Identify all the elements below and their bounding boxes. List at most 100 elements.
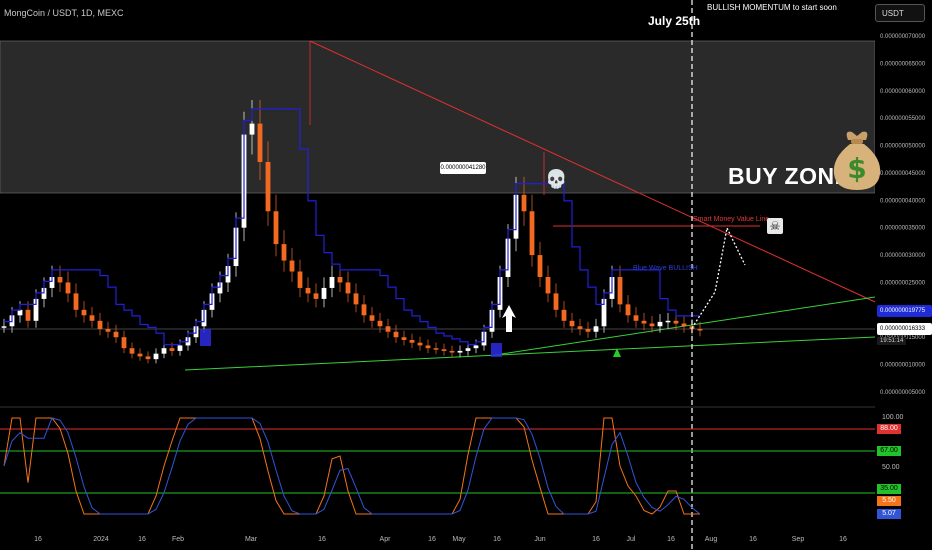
candle <box>553 293 559 310</box>
candle <box>673 320 679 324</box>
price-tick-label: 0.000000030000 <box>880 253 926 259</box>
candle <box>273 211 279 245</box>
candle <box>265 161 271 212</box>
candle <box>465 348 471 351</box>
candle <box>89 315 95 321</box>
candle <box>593 326 599 332</box>
time-tick-label: 16 <box>34 536 42 543</box>
candle <box>97 320 103 330</box>
osc-level-tag: 35.00 <box>877 484 901 494</box>
candle <box>625 304 631 316</box>
price-tick-label: 0.000000070000 <box>880 34 926 40</box>
candle <box>417 342 423 346</box>
candle <box>617 276 623 305</box>
time-tick-label: Feb <box>172 536 184 543</box>
candle <box>169 348 175 351</box>
time-tick-label: 16 <box>138 536 146 543</box>
price-callout: 0.000000041280 <box>440 162 486 174</box>
time-tick-label: 16 <box>839 536 847 543</box>
osc-level-tag: 5.50 <box>877 496 901 506</box>
time-tick-label: Jul <box>627 536 636 543</box>
time-tick-label: 16 <box>428 536 436 543</box>
support-trendline-lower <box>184 336 876 371</box>
time-tick-label: 16 <box>493 536 501 543</box>
candle <box>161 348 167 354</box>
candle <box>81 309 87 316</box>
time-tick-label: May <box>452 536 466 543</box>
oscillator-k-line <box>3 417 700 515</box>
price-tick-label: 0.000000050000 <box>880 144 926 150</box>
candle <box>369 315 375 321</box>
skull-crossbones-icon: ☠ <box>767 218 783 234</box>
last-price-white-tag: 0.000000016333 <box>877 323 932 335</box>
price-tick-label: 0.000000060000 <box>880 89 926 95</box>
candle <box>545 276 551 294</box>
price-tick-label: 0.000000025000 <box>880 280 926 286</box>
price-tick-label: 0.000000045000 <box>880 171 926 177</box>
candle <box>569 320 575 327</box>
candle <box>665 320 671 323</box>
candle <box>337 276 343 283</box>
candle <box>433 348 439 350</box>
candle <box>121 337 127 349</box>
time-tick-label: 16 <box>318 536 326 543</box>
candle <box>457 350 463 353</box>
candle <box>377 320 383 327</box>
candle <box>393 331 399 338</box>
time-tick-label: Sep <box>792 536 805 543</box>
candle <box>521 194 527 212</box>
time-tick-label: 16 <box>592 536 600 543</box>
candle <box>425 345 431 349</box>
osc-tick-label: 100.00 <box>882 414 904 421</box>
candle <box>345 282 351 294</box>
date-label: July 25th <box>648 14 701 28</box>
candle <box>529 211 535 256</box>
candle <box>289 260 295 272</box>
candle <box>1 326 7 328</box>
oscillator-d-line <box>3 417 701 515</box>
candle <box>409 339 415 343</box>
candle <box>305 287 311 294</box>
candle <box>257 123 263 162</box>
bar-countdown: 19:51:14 <box>877 337 907 345</box>
price-tick-label: 0.000000040000 <box>880 198 926 204</box>
time-tick-label: 2024 <box>93 536 109 543</box>
candle <box>297 271 303 288</box>
candle <box>385 326 391 332</box>
candle <box>537 255 543 277</box>
price-tick-label: 0.000000035000 <box>880 226 926 232</box>
blue-wave-label: Blue Wave BULLISH <box>633 265 698 272</box>
candle <box>361 304 367 316</box>
osc-tick-label: 50.00 <box>882 464 900 471</box>
candle <box>73 293 79 310</box>
time-tick-label: Mar <box>245 536 258 543</box>
candle <box>633 315 639 321</box>
bullish-note: BULLISH MOMENTUM to start soon <box>707 3 837 12</box>
currency-button[interactable]: USDT <box>875 4 925 22</box>
candle <box>681 323 687 327</box>
osc-level-tag: 5.07 <box>877 509 901 519</box>
projection-path <box>691 225 746 329</box>
candle <box>449 350 455 353</box>
money-bag-icon: $ <box>833 131 881 190</box>
osc-level-tag: 67.00 <box>877 446 901 456</box>
price-tick-label: 0.000000055000 <box>880 116 926 122</box>
candle <box>153 353 159 360</box>
symbol-title[interactable]: MongCoin / USDT, 1D, MEXC <box>4 8 124 18</box>
candle <box>25 309 31 321</box>
candle <box>401 337 407 340</box>
candle <box>321 287 327 299</box>
candle <box>329 276 335 288</box>
candle <box>441 349 447 351</box>
candle <box>137 353 143 357</box>
candle <box>649 323 655 327</box>
candle <box>313 293 319 299</box>
candle <box>65 282 71 294</box>
candle <box>585 329 591 332</box>
candle <box>473 345 479 349</box>
svg-text:$: $ <box>847 152 866 185</box>
osc-level-tag: 88.00 <box>877 424 901 434</box>
candle <box>113 331 119 338</box>
time-tick-label: 16 <box>749 536 757 543</box>
candle <box>177 345 183 351</box>
